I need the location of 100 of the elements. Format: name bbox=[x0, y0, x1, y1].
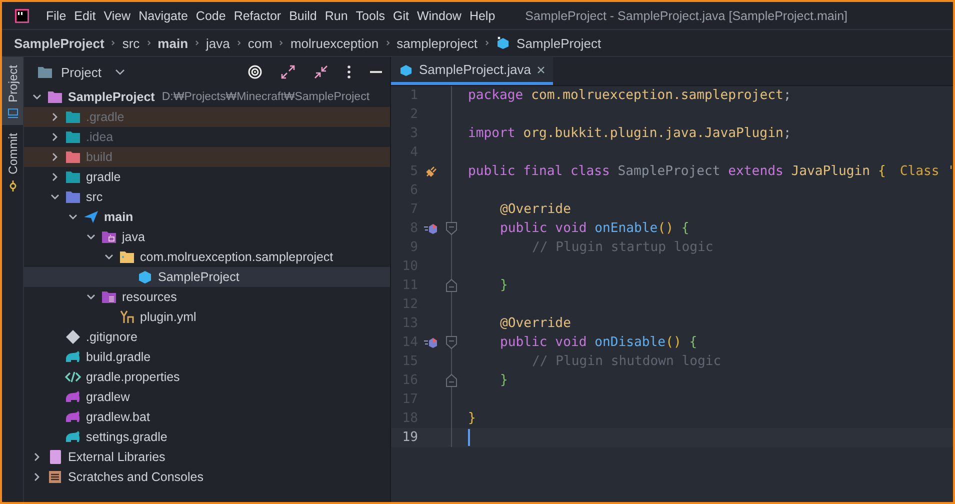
tree-row[interactable]: gradlew bbox=[24, 387, 390, 407]
chevron-icon[interactable] bbox=[68, 212, 78, 222]
paper-plane-icon bbox=[83, 209, 99, 225]
menu-item[interactable]: Tools bbox=[356, 8, 385, 22]
monitor-icon bbox=[6, 107, 18, 120]
chevron-icon[interactable] bbox=[104, 252, 114, 262]
tree-item-label: build bbox=[86, 150, 112, 164]
yaml-file-icon bbox=[119, 309, 135, 325]
minimize-icon[interactable] bbox=[370, 70, 382, 74]
code-line: @Override bbox=[500, 316, 571, 331]
override-marker-icon[interactable] bbox=[424, 336, 438, 348]
editor-tab[interactable]: SampleProject.java bbox=[391, 57, 553, 85]
fold-marker-icon[interactable] bbox=[446, 336, 456, 349]
tree-row[interactable]: main bbox=[24, 207, 390, 227]
class-icon bbox=[496, 36, 510, 50]
menu-item[interactable]: File bbox=[46, 8, 66, 22]
side-tab[interactable]: Project bbox=[2, 57, 23, 126]
tree-row[interactable]: Scratches and Consoles bbox=[24, 467, 390, 487]
tree-item-label: gradlew bbox=[86, 390, 130, 404]
tree-row[interactable]: gradle bbox=[24, 167, 390, 187]
breadcrumb-item[interactable]: molruexception bbox=[290, 36, 379, 50]
code-line: public void onDisable() { bbox=[500, 335, 698, 350]
menu-item[interactable]: Help bbox=[469, 8, 496, 22]
chevron-icon[interactable] bbox=[50, 112, 60, 122]
menu-item[interactable]: Git bbox=[392, 8, 409, 22]
tree-row[interactable]: gradlew.bat bbox=[24, 407, 390, 427]
chevron-icon[interactable] bbox=[32, 452, 42, 462]
tree-item-label: resources bbox=[122, 290, 177, 304]
tree-row[interactable]: plugin.yml bbox=[24, 307, 390, 327]
chevron-icon[interactable] bbox=[50, 172, 60, 182]
tree-row[interactable]: src bbox=[24, 187, 390, 207]
dropdown-caret-icon[interactable] bbox=[115, 69, 126, 75]
close-icon[interactable] bbox=[537, 66, 545, 74]
tree-item-label: plugin.yml bbox=[140, 310, 196, 324]
menu-item[interactable]: Window bbox=[416, 8, 462, 22]
source-folder-icon bbox=[65, 189, 81, 205]
breadcrumb-item[interactable]: sampleproject bbox=[396, 36, 478, 50]
breadcrumb-item[interactable]: SampleProject bbox=[14, 36, 104, 50]
fold-marker-icon[interactable] bbox=[446, 374, 456, 387]
menu-item[interactable]: View bbox=[104, 8, 131, 22]
tree-row[interactable]: com.molruexception.sampleproject bbox=[24, 247, 390, 267]
tree-row[interactable]: settings.gradle bbox=[24, 427, 390, 447]
tree-item-label: SampleProject bbox=[68, 90, 155, 104]
tree-item-label: gradle.properties bbox=[86, 370, 180, 384]
fold-marker-icon[interactable] bbox=[446, 279, 456, 292]
more-options-icon[interactable] bbox=[347, 65, 351, 79]
chevron-icon[interactable] bbox=[50, 192, 60, 202]
tree-item-label: settings.gradle bbox=[86, 430, 168, 444]
code-brackets-icon bbox=[65, 369, 81, 385]
tree-row[interactable]: .gitignore bbox=[24, 327, 390, 347]
tree-row[interactable]: java bbox=[24, 227, 390, 247]
menu-item[interactable]: Navigate bbox=[138, 8, 188, 22]
library-icon bbox=[47, 449, 63, 465]
override-marker-icon[interactable] bbox=[424, 222, 438, 234]
breadcrumb-item[interactable]: SampleProject bbox=[516, 36, 602, 50]
breadcrumb-item[interactable]: src bbox=[122, 36, 140, 50]
elephant-icon bbox=[65, 429, 81, 445]
code-line: package com.molruexception.sampleproject; bbox=[468, 88, 792, 103]
separator-icon bbox=[236, 40, 241, 46]
breadcrumb-item[interactable]: main bbox=[158, 36, 188, 50]
expand-icon[interactable] bbox=[281, 65, 295, 79]
tree-item-label: .gitignore bbox=[86, 330, 138, 344]
breadcrumb-item[interactable]: com bbox=[248, 36, 272, 50]
resources-folder-icon bbox=[101, 289, 117, 305]
folder-icon bbox=[101, 229, 117, 245]
tree-row[interactable]: gradle.properties bbox=[24, 367, 390, 387]
menu-item[interactable]: Edit bbox=[74, 8, 96, 22]
chevron-icon[interactable] bbox=[50, 132, 60, 142]
folder-icon bbox=[65, 169, 81, 185]
separator-icon bbox=[146, 40, 151, 46]
fold-marker-icon[interactable] bbox=[446, 222, 456, 235]
code-line: // Plugin shutdown logic bbox=[532, 354, 722, 369]
code-line: public final class SampleProject extends JavaPlugin { Class ' bbox=[468, 164, 953, 179]
class-icon bbox=[399, 62, 413, 76]
tree-item-label: .gradle bbox=[86, 110, 124, 124]
tree-row[interactable]: build.gradle bbox=[24, 347, 390, 367]
chevron-icon[interactable] bbox=[50, 152, 60, 162]
class-icon bbox=[137, 269, 153, 285]
tree-row[interactable]: SampleProject bbox=[24, 267, 390, 287]
list-icon bbox=[47, 469, 63, 485]
tree-row[interactable]: resources bbox=[24, 287, 390, 307]
tree-row[interactable]: SampleProject D:₩Projects₩Minecraft₩SampleProject bbox=[24, 87, 390, 107]
plug-icon[interactable] bbox=[425, 166, 437, 178]
chevron-icon[interactable] bbox=[32, 92, 42, 102]
menu-item[interactable]: Refactor bbox=[234, 8, 282, 22]
tree-row[interactable]: External Libraries bbox=[24, 447, 390, 467]
chevron-icon[interactable] bbox=[32, 472, 42, 482]
chevron-icon[interactable] bbox=[86, 232, 96, 242]
chevron-icon[interactable] bbox=[86, 292, 96, 302]
target-icon[interactable] bbox=[248, 65, 262, 79]
panel-title[interactable]: Project bbox=[61, 64, 102, 80]
breadcrumb-item[interactable]: java bbox=[206, 36, 230, 50]
tree-item-label: main bbox=[104, 210, 134, 224]
collapse-icon[interactable] bbox=[314, 65, 328, 79]
menu-item[interactable]: Build bbox=[289, 8, 317, 22]
tree-item-label: Scratches and Consoles bbox=[68, 470, 204, 484]
side-tab[interactable]: Commit bbox=[2, 125, 23, 198]
code-line: } bbox=[500, 373, 508, 388]
menu-item[interactable]: Code bbox=[196, 8, 226, 22]
menu-item[interactable]: Run bbox=[324, 8, 348, 22]
